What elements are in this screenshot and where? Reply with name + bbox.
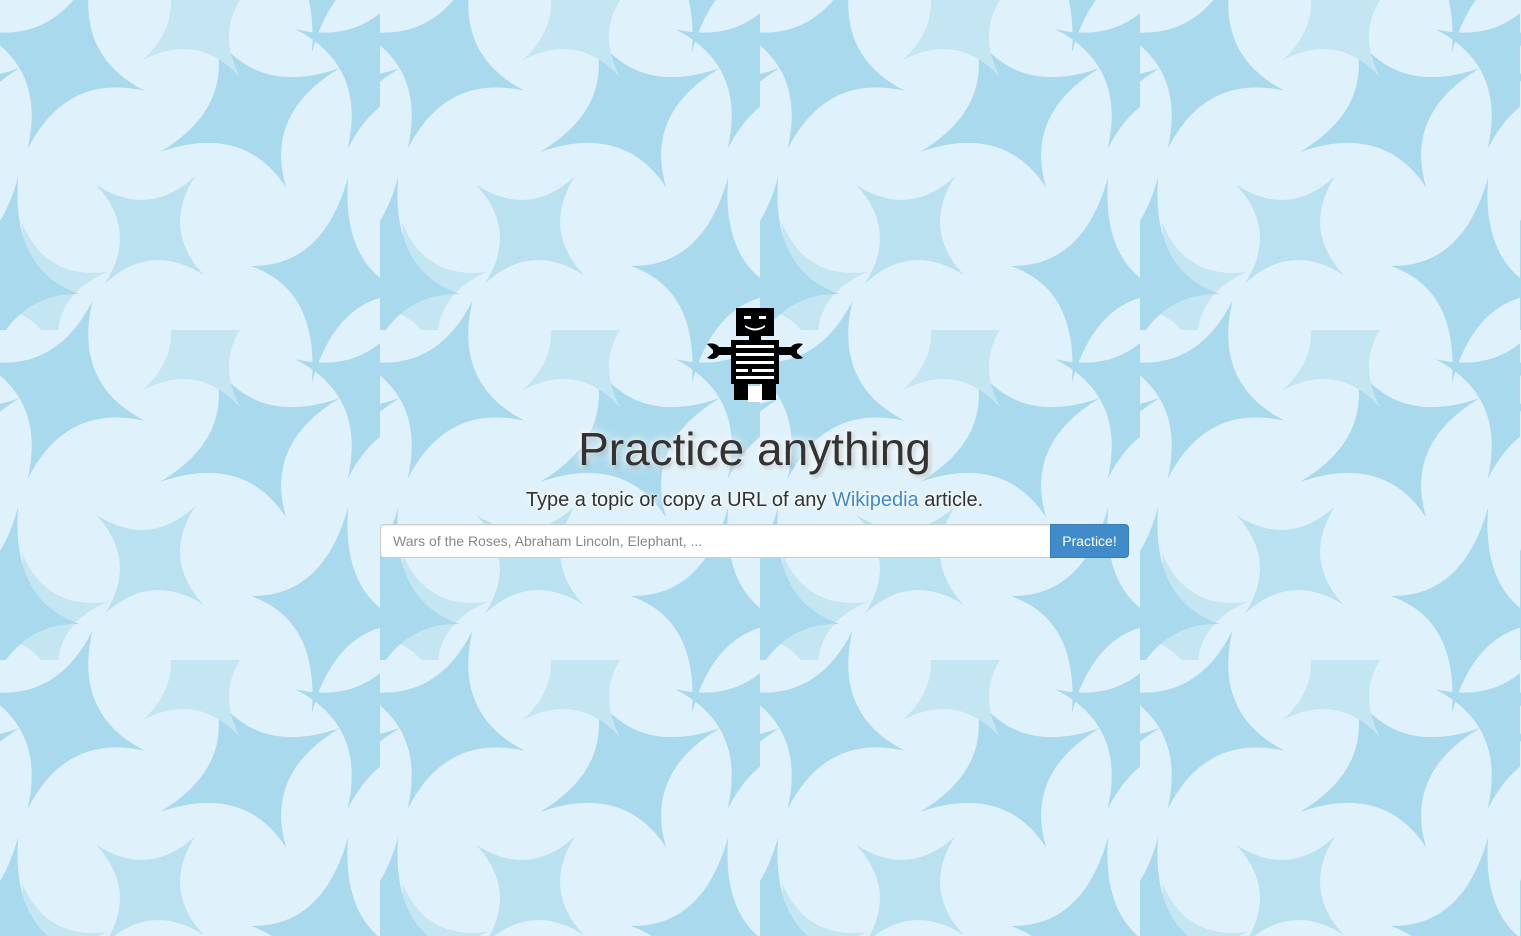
practice-search-form: Practice! bbox=[380, 524, 1129, 558]
page-title: Practice anything bbox=[578, 423, 931, 475]
main-content: Practice anything Type a topic or copy a… bbox=[0, 0, 1521, 936]
practice-button[interactable]: Practice! bbox=[1050, 524, 1129, 558]
wikipedia-link[interactable]: Wikipedia bbox=[832, 489, 919, 511]
subtitle-text-after: article. bbox=[918, 489, 984, 511]
robot-icon bbox=[707, 308, 803, 402]
subtitle-text-before: Type a topic or copy a URL of any bbox=[525, 489, 832, 511]
page-subtitle: Type a topic or copy a URL of any Wikipe… bbox=[0, 487, 1509, 513]
topic-search-input[interactable] bbox=[380, 524, 1050, 558]
